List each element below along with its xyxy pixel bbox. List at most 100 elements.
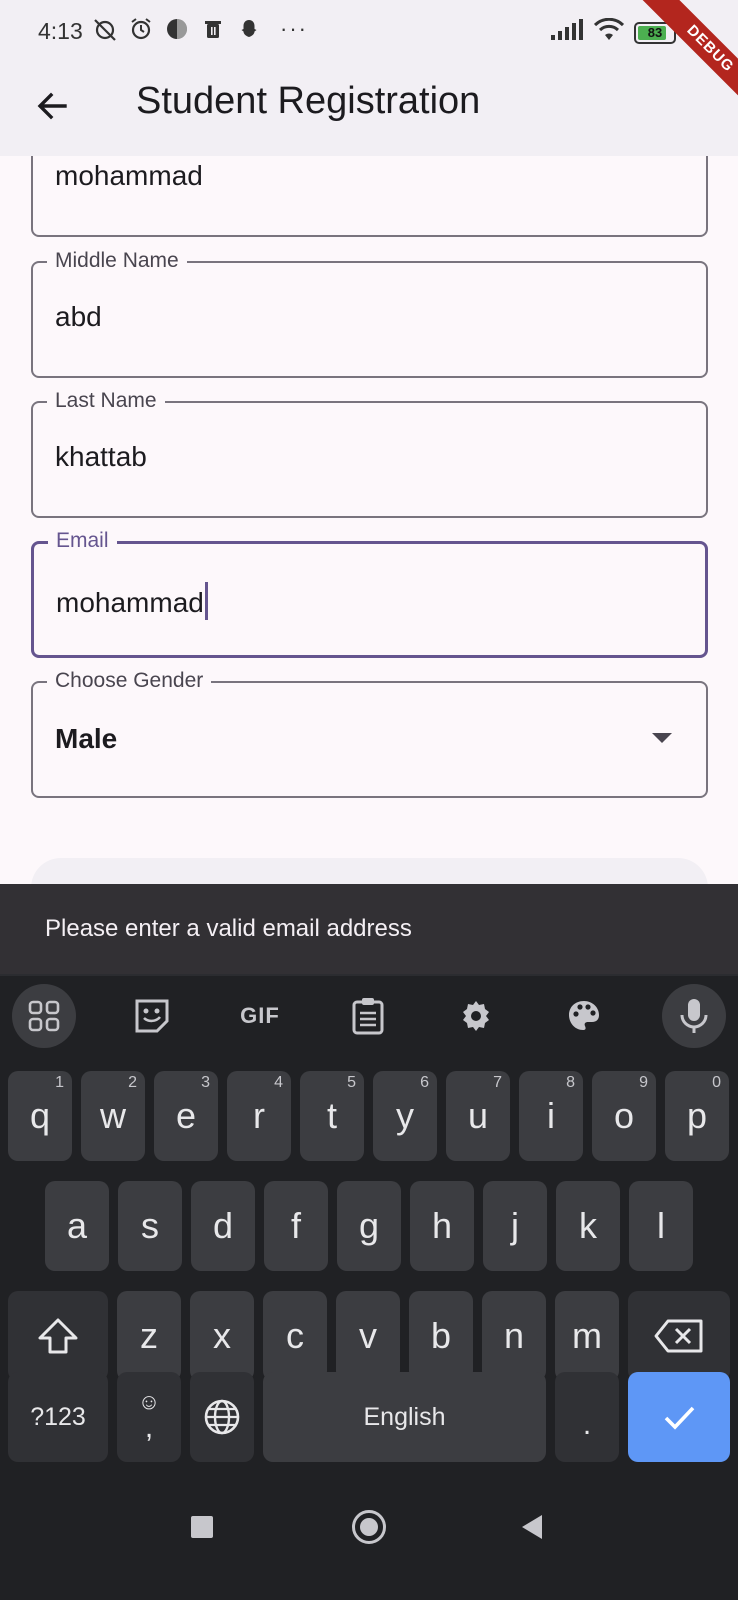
key-x[interactable]: x — [190, 1291, 254, 1381]
system-back-button[interactable] — [522, 1515, 542, 1539]
key-j-label: j — [511, 1205, 519, 1246]
gif-icon: GIF — [240, 1003, 280, 1028]
key-t[interactable]: t5 — [300, 1071, 364, 1161]
email-value: mohammad — [56, 587, 204, 618]
keyboard-divider — [0, 974, 738, 976]
shift-key[interactable] — [8, 1291, 108, 1381]
backspace-icon — [654, 1319, 703, 1353]
space-key[interactable]: English — [263, 1372, 546, 1462]
key-j[interactable]: j — [483, 1181, 547, 1271]
theme-button[interactable] — [552, 984, 616, 1048]
backspace-key[interactable] — [628, 1291, 730, 1381]
key-b[interactable]: b — [409, 1291, 473, 1381]
key-m[interactable]: m — [555, 1291, 619, 1381]
middle-name-field[interactable]: Middle Name abd — [31, 248, 708, 378]
key-t-hint: 5 — [347, 1074, 356, 1091]
text-cursor — [204, 582, 208, 620]
key-k-label: k — [579, 1205, 597, 1246]
clipboard-button[interactable] — [336, 984, 400, 1048]
key-b-label: b — [430, 1315, 452, 1356]
alarm-clock-icon — [128, 16, 154, 42]
sticker-icon — [135, 999, 169, 1033]
key-y-hint: 6 — [420, 1074, 429, 1091]
alarm-off-icon — [92, 16, 118, 42]
period-key[interactable]: . — [555, 1372, 619, 1462]
key-l-label: l — [657, 1205, 665, 1246]
key-s[interactable]: s — [118, 1181, 182, 1271]
key-s-label: s — [141, 1205, 159, 1246]
key-d-label: d — [212, 1205, 234, 1246]
settings-icon — [463, 1001, 489, 1031]
key-w[interactable]: w2 — [81, 1071, 145, 1161]
symbols-key[interactable]: ?123 — [8, 1372, 108, 1462]
key-n-label: n — [503, 1315, 525, 1356]
space-key-label: English — [363, 1402, 446, 1431]
key-i-hint: 8 — [566, 1074, 575, 1091]
key-u-label: u — [467, 1095, 489, 1136]
key-a[interactable]: a — [45, 1181, 109, 1271]
emoji-icon: ☺ — [137, 1389, 161, 1414]
key-h[interactable]: h — [410, 1181, 474, 1271]
home-button[interactable] — [352, 1510, 386, 1544]
back-button[interactable] — [24, 78, 80, 134]
signal-icon — [550, 19, 584, 46]
key-y-label: y — [396, 1095, 414, 1136]
last-name-label: Last Name — [47, 388, 165, 414]
last-name-field[interactable]: Last Name khattab — [31, 388, 708, 518]
key-u[interactable]: u7 — [446, 1071, 510, 1161]
key-g[interactable]: g — [337, 1181, 401, 1271]
key-y[interactable]: y6 — [373, 1071, 437, 1161]
submit-button-partial[interactable] — [31, 858, 708, 884]
key-m-label: m — [572, 1315, 602, 1356]
system-navigation-bar — [0, 1476, 738, 1600]
key-c[interactable]: c — [263, 1291, 327, 1381]
gender-label: Choose Gender — [47, 668, 212, 694]
sticker-button[interactable] — [120, 984, 184, 1048]
key-v[interactable]: v — [336, 1291, 400, 1381]
first-name-field[interactable]: mohammad — [31, 156, 708, 237]
status-time: 4:13 — [38, 18, 83, 44]
key-e[interactable]: e3 — [154, 1071, 218, 1161]
key-r-hint: 4 — [274, 1074, 283, 1091]
gif-button[interactable]: GIF — [228, 984, 292, 1048]
emoji-comma-stack: ☺ , — [138, 1391, 160, 1443]
key-f-label: f — [290, 1205, 301, 1246]
voice-input-button[interactable] — [662, 984, 726, 1048]
key-i[interactable]: i8 — [519, 1071, 583, 1161]
keyboard-settings-button[interactable] — [444, 984, 508, 1048]
system-icons: 83 — [550, 17, 676, 47]
key-r[interactable]: r4 — [227, 1071, 291, 1161]
key-q[interactable]: q1 — [8, 1071, 72, 1161]
key-p-label: p — [686, 1095, 708, 1136]
key-d[interactable]: d — [191, 1181, 255, 1271]
key-l[interactable]: l — [629, 1181, 693, 1271]
notification-icons: ··· — [92, 16, 308, 42]
key-a-label: a — [66, 1205, 88, 1246]
apps-grid-icon — [28, 1000, 60, 1032]
key-i-label: i — [547, 1095, 555, 1136]
emoji-comma-key[interactable]: ☺ , — [117, 1372, 181, 1462]
key-g-label: g — [358, 1205, 380, 1246]
palette-icon — [569, 1001, 599, 1030]
key-k[interactable]: k — [556, 1181, 620, 1271]
key-p[interactable]: p0 — [665, 1071, 729, 1161]
comma-label: , — [144, 1411, 154, 1444]
key-f[interactable]: f — [264, 1181, 328, 1271]
trash-icon — [200, 16, 226, 42]
done-key[interactable] — [628, 1372, 730, 1462]
on-screen-keyboard: GIF q1w2e3r4t5y6u7i8o9p0asdfghjklzxcvbnm… — [0, 974, 738, 1600]
recent-apps-button[interactable] — [191, 1516, 213, 1538]
language-key[interactable] — [190, 1372, 254, 1462]
globe-icon — [204, 1399, 240, 1435]
gender-dropdown[interactable]: Choose Gender Male — [31, 668, 708, 798]
apps-grid-button[interactable] — [12, 984, 76, 1048]
key-n[interactable]: n — [482, 1291, 546, 1381]
arrow-back-icon — [37, 92, 67, 120]
keyboard-toolbar: GIF — [0, 980, 738, 1060]
email-field[interactable]: Email mohammad — [31, 528, 708, 658]
key-r-label: r — [253, 1095, 265, 1136]
key-z[interactable]: z — [117, 1291, 181, 1381]
dropdown-arrow-icon — [652, 733, 672, 743]
key-q-hint: 1 — [55, 1074, 64, 1091]
key-o[interactable]: o9 — [592, 1071, 656, 1161]
